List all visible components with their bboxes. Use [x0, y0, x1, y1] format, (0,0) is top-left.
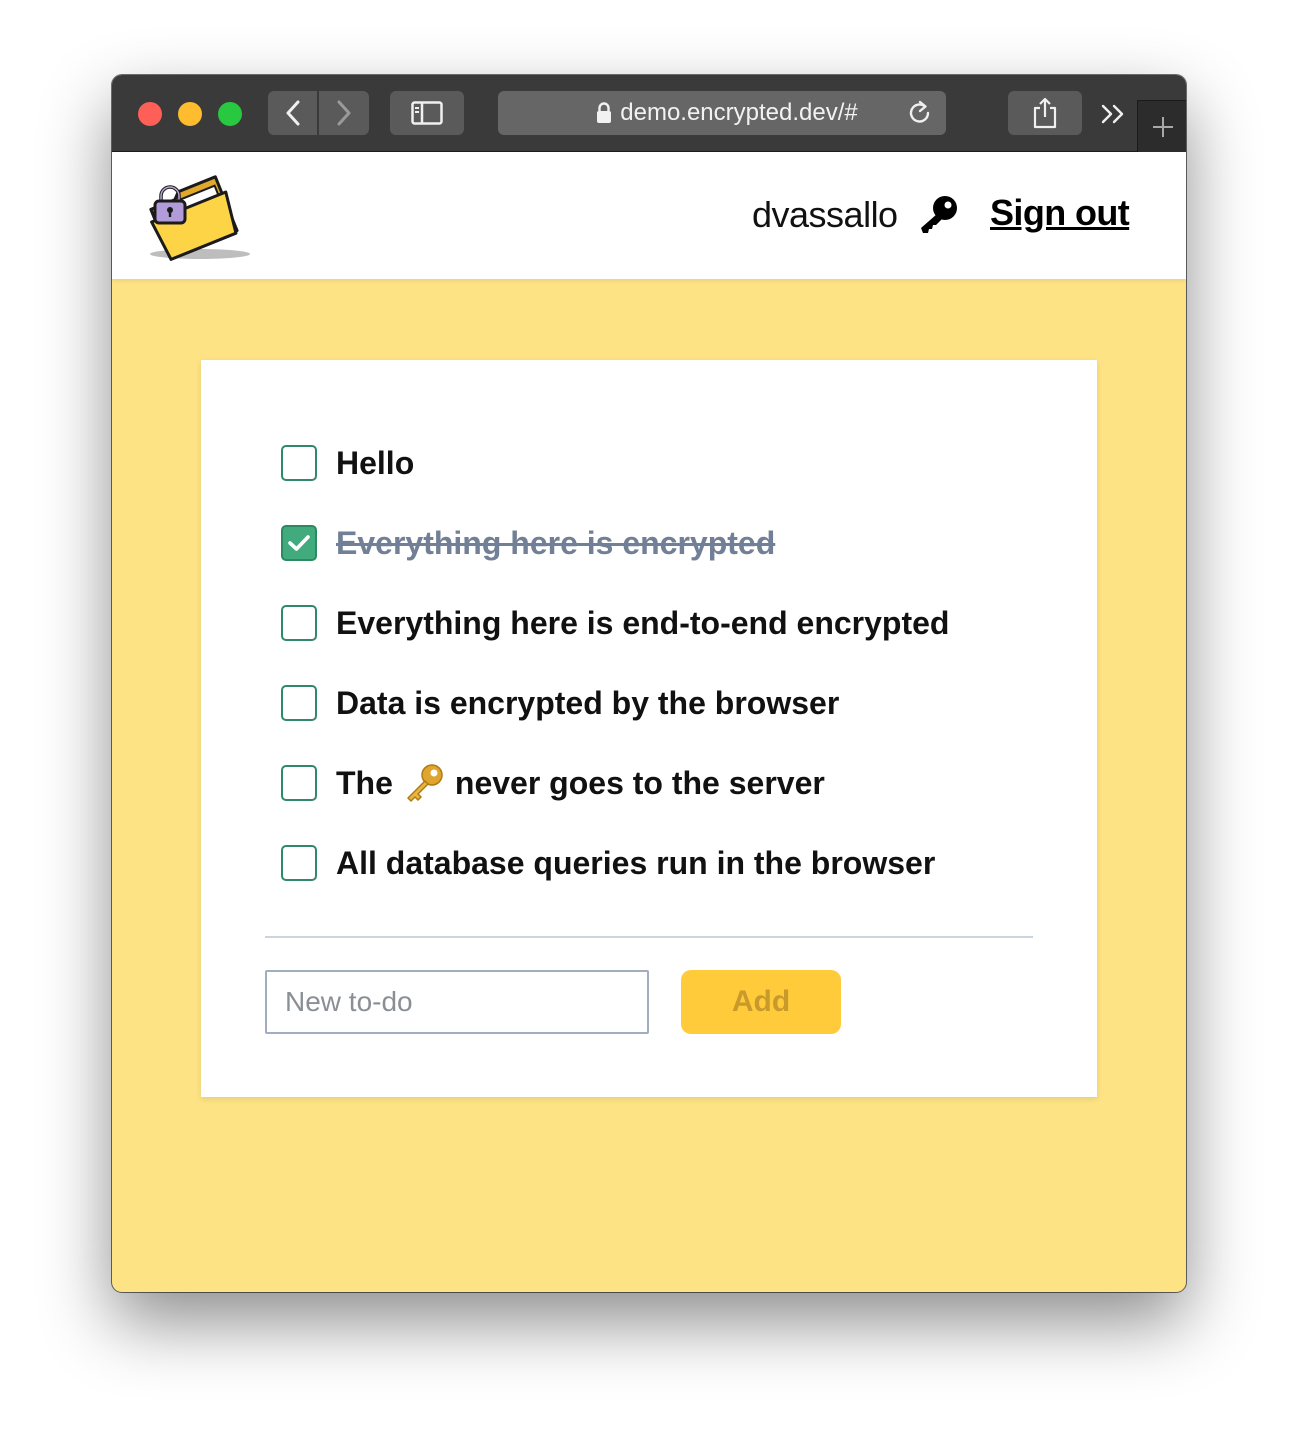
browser-window: demo.encrypted.dev/# dvassallo Sign out …: [112, 75, 1186, 1292]
forward-button[interactable]: [319, 91, 369, 135]
todo-text: Data is encrypted by the browser: [336, 684, 840, 721]
plus-icon: [1152, 116, 1173, 137]
todo-item: Everything here is end-to-end encrypted: [281, 603, 1041, 643]
back-button[interactable]: [268, 91, 317, 135]
sidebar-button[interactable]: [390, 91, 464, 135]
app-header: dvassallo Sign out: [112, 152, 1186, 279]
todo-text: Hello: [336, 444, 415, 481]
todo-checkbox[interactable]: [281, 765, 317, 801]
todo-checkbox[interactable]: [281, 685, 317, 721]
todo-text: Everything here is end-to-end encrypted: [336, 604, 950, 641]
todo-checkbox[interactable]: [281, 845, 317, 881]
todo-checkbox[interactable]: [281, 605, 317, 641]
todo-item: Hello: [281, 443, 1041, 483]
divider: [265, 936, 1033, 938]
reload-icon[interactable]: [906, 99, 934, 127]
url-text: demo.encrypted.dev/#: [620, 99, 858, 126]
new-todo-input[interactable]: [265, 970, 649, 1034]
more-tools-button[interactable]: [1096, 97, 1130, 131]
share-button[interactable]: [1008, 91, 1082, 135]
todo-checkbox-checked[interactable]: [281, 525, 317, 561]
address-bar[interactable]: demo.encrypted.dev/#: [498, 91, 946, 135]
key-emoji-icon: [407, 764, 443, 802]
share-icon: [1033, 97, 1057, 129]
minimize-window-button[interactable]: [178, 102, 202, 126]
add-button[interactable]: Add: [681, 970, 841, 1034]
new-tab-button[interactable]: [1137, 100, 1186, 152]
todo-item: Data is encrypted by the browser: [281, 683, 1041, 723]
todo-text: All database queries run in the browser: [336, 844, 936, 881]
todo-text-before: The: [336, 764, 393, 801]
username: dvassallo: [752, 194, 898, 235]
close-window-button[interactable]: [138, 102, 162, 126]
browser-toolbar: demo.encrypted.dev/#: [112, 75, 1186, 152]
todo-item: All database queries run in the browser: [281, 843, 1041, 883]
sign-out-link[interactable]: Sign out: [990, 192, 1130, 234]
todo-item: Everything here is encrypted: [281, 523, 1041, 563]
maximize-window-button[interactable]: [218, 102, 242, 126]
key-icon: [921, 196, 957, 233]
todo-text: The never goes to the server: [336, 763, 825, 803]
app-logo[interactable]: [142, 164, 254, 269]
chevron-right-icon: [337, 100, 351, 126]
todo-text-done: Everything here is encrypted: [336, 524, 776, 561]
locked-folder-icon: [149, 175, 250, 261]
lock-icon: [597, 102, 612, 123]
todo-item: The never goes to the server: [281, 763, 1041, 803]
double-chevron-right-icon: [1101, 104, 1124, 124]
chevron-left-icon: [286, 100, 299, 126]
todo-card: Hello Everything here is encrypted Every…: [201, 360, 1097, 1097]
todo-checkbox[interactable]: [281, 445, 317, 481]
todo-text-after: never goes to the server: [454, 764, 825, 801]
sidebar-icon: [411, 101, 443, 125]
checkmark-icon: [288, 535, 310, 551]
